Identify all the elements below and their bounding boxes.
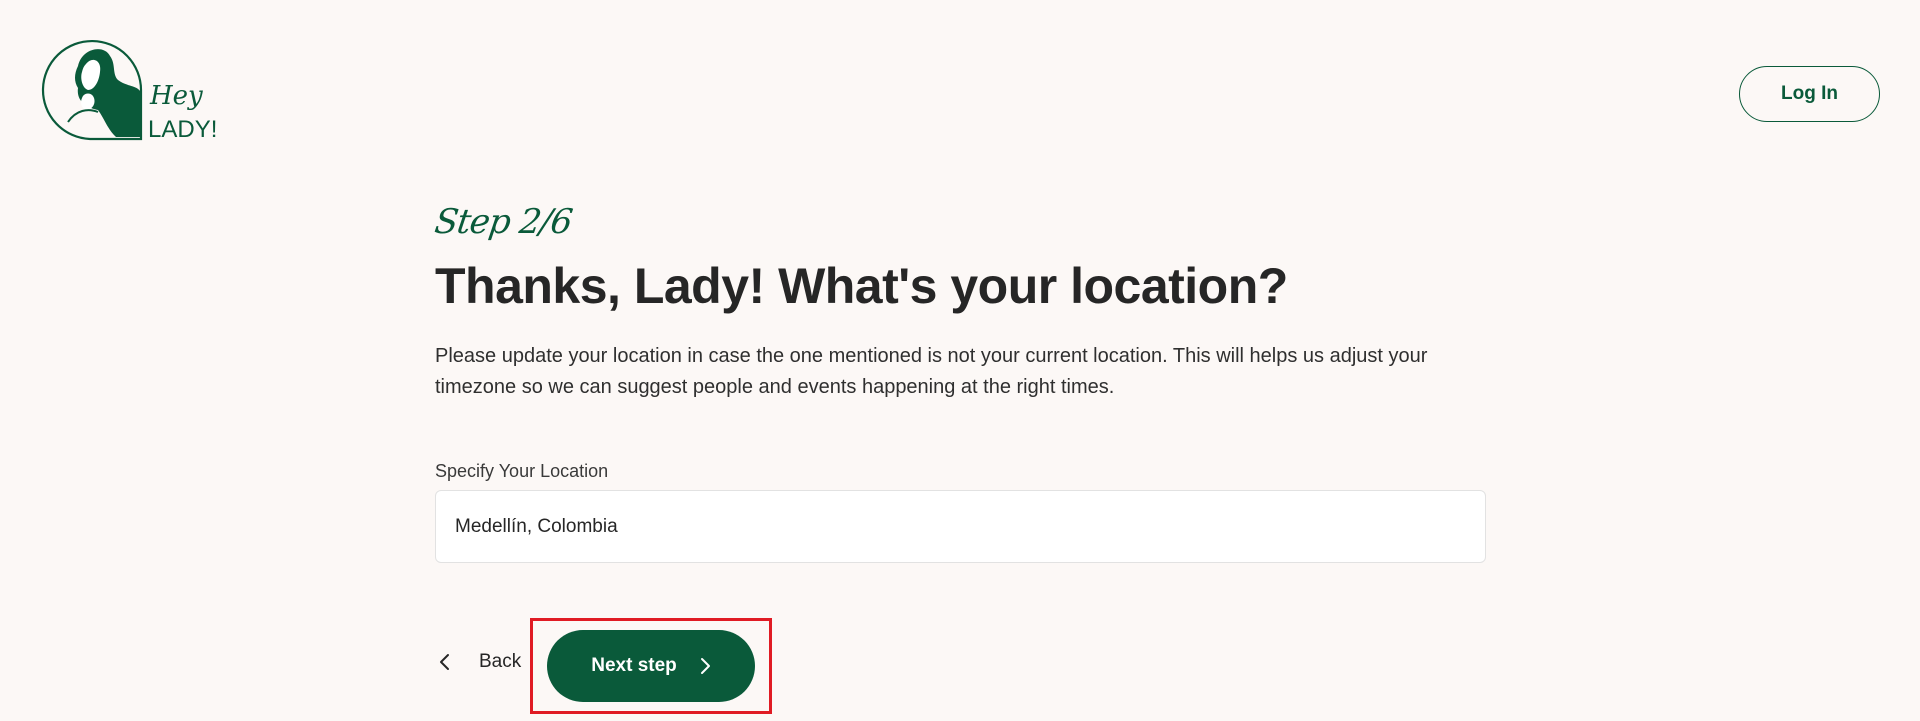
- page-description: Please update your location in case the …: [435, 345, 1428, 398]
- location-input[interactable]: [435, 490, 1486, 563]
- form-actions: Back Next step: [435, 618, 772, 714]
- location-form: Step 2/6 Thanks, Lady! What's your locat…: [432, 198, 1486, 563]
- logo-text-lady: LADY!: [148, 116, 217, 143]
- logo-text-hey: Hey: [149, 81, 203, 111]
- hey-lady-logo[interactable]: Hey LADY!: [38, 38, 228, 146]
- login-button[interactable]: Log In: [1739, 66, 1880, 122]
- chevron-right-icon: [700, 658, 710, 674]
- chevron-left-icon: [440, 654, 449, 670]
- hey-lady-logo-icon: Hey LADY!: [41, 40, 217, 143]
- step-indicator: Step 2/6: [432, 202, 575, 242]
- back-button-label: Back: [479, 651, 522, 672]
- page-title: Thanks, Lady! What's your location?: [435, 258, 1288, 314]
- next-step-button[interactable]: Next step: [547, 630, 755, 702]
- back-button[interactable]: Back: [435, 642, 521, 682]
- page: Hey LADY! Log In Step 2/6 Thanks, Lady! …: [0, 0, 1920, 721]
- next-step-button-label: Next step: [591, 655, 677, 676]
- location-field-label: Specify Your Location: [435, 461, 609, 481]
